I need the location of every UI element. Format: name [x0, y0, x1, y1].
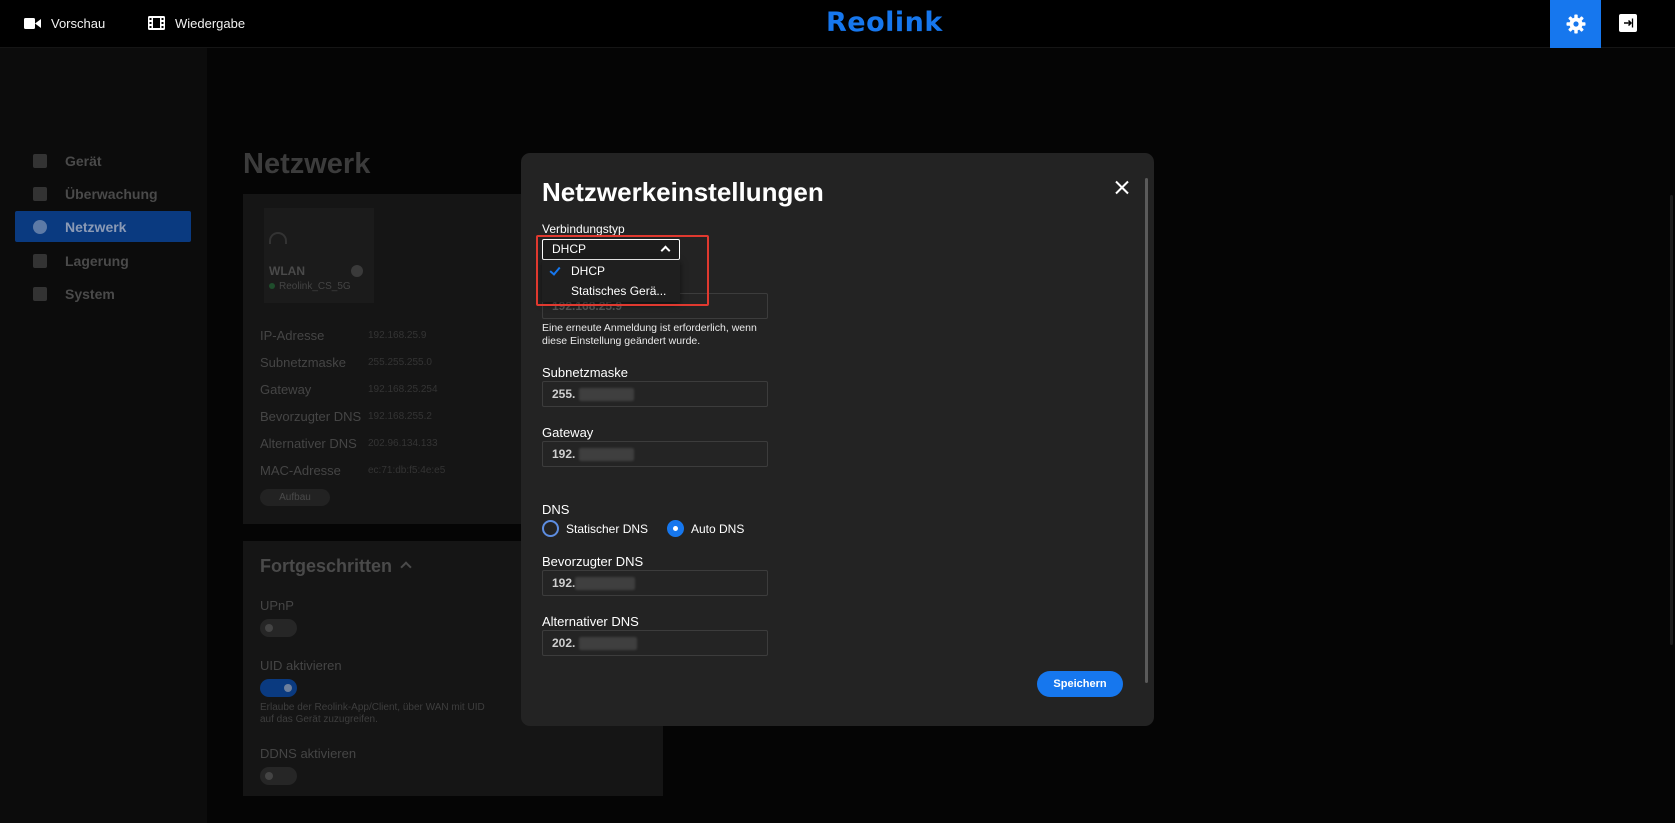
info-label: Gateway [260, 382, 312, 397]
auto-dns-radio[interactable] [667, 520, 684, 537]
gateway-label: Gateway [542, 425, 594, 440]
ssid-text: Reolink_CS_5G [279, 281, 351, 292]
sidebar-item-label: System [65, 285, 115, 302]
playback-label: Wiedergabe [175, 15, 246, 31]
option-dhcp[interactable]: DHCP [542, 261, 680, 281]
dialog-scrollbar[interactable] [1145, 178, 1148, 683]
upnp-label: UPnP [260, 598, 294, 613]
chevron-up-icon [660, 245, 671, 256]
sidebar-item-storage[interactable]: Lagerung [15, 245, 191, 276]
info-value: 192.168.255.2 [368, 411, 432, 422]
sidebar-item-surveillance[interactable]: Überwachung [15, 178, 191, 209]
option-label: Statisches Gerä... [571, 284, 667, 298]
info-label: IP-Adresse [260, 328, 325, 343]
dns-label: DNS [542, 502, 570, 517]
relogin-note: Eine erneute Anmeldung ist erforderlich,… [542, 322, 757, 347]
upnp-toggle[interactable] [260, 619, 297, 637]
redacted-value [579, 388, 634, 401]
info-value: 255.255.255.0 [368, 357, 432, 368]
live-view-button[interactable]: Vorschau [24, 0, 105, 46]
sidebar-item-network[interactable]: Netzwerk [15, 211, 191, 242]
sidebar-item-device[interactable]: Gerät [15, 145, 191, 176]
preferred-dns-field[interactable] [542, 570, 768, 596]
info-label: Subnetzmaske [260, 355, 346, 370]
info-value: 192.168.25.254 [368, 384, 438, 395]
settings-button[interactable] [1550, 0, 1601, 48]
save-button[interactable]: Speichern [1037, 671, 1123, 697]
dialog-title: Netzwerkeinstellungen [542, 177, 824, 207]
gear-icon [1566, 14, 1585, 34]
ddns-label: DDNS aktivieren [260, 746, 357, 761]
playback-button[interactable]: Wiedergabe [148, 0, 245, 46]
network-settings-dialog: Netzwerkeinstellungen Verbindungstyp Ein… [521, 153, 1154, 726]
info-label: Alternativer DNS [260, 436, 357, 451]
wlan-settings-icon[interactable] [351, 265, 363, 277]
static-dns-label[interactable]: Statischer DNS [566, 522, 648, 536]
alternative-dns-input[interactable] [543, 631, 767, 655]
sidebar: Gerät Überwachung Netzwerk Lagerung Syst… [0, 48, 207, 823]
uid-label: UID aktivieren [260, 658, 342, 673]
preferred-dns-label: Bevorzugter DNS [542, 554, 644, 569]
gateway-input[interactable] [543, 442, 767, 466]
connection-type-select[interactable]: DHCP [542, 239, 680, 260]
uid-toggle[interactable] [260, 679, 297, 697]
page-scrollbar[interactable] [1670, 195, 1673, 645]
info-value: 202.96.134.133 [368, 438, 438, 449]
info-label: Bevorzugter DNS [260, 409, 362, 424]
logout-button[interactable] [1619, 14, 1637, 32]
info-value: ec:71:db:f5:4e:e5 [368, 465, 446, 476]
system-gear-icon [33, 286, 47, 301]
info-label: MAC-Adresse [260, 463, 341, 478]
storage-icon [33, 253, 47, 268]
subnet-input[interactable] [543, 382, 767, 406]
gateway-field[interactable] [542, 441, 768, 467]
alternative-dns-label: Alternativer DNS [542, 614, 639, 629]
redacted-value [579, 637, 637, 650]
setup-button[interactable]: Aufbau [260, 489, 330, 506]
wifi-icon [269, 232, 287, 244]
info-value: 192.168.25.9 [368, 330, 427, 341]
wlan-title: WLAN [269, 264, 305, 278]
camera-icon [33, 153, 47, 168]
page-title: Netzwerk [243, 148, 371, 180]
top-bar: Vorschau Wiedergabe Reolink [0, 0, 1675, 48]
subnet-label: Subnetzmaske [542, 365, 628, 380]
redacted-value [575, 577, 635, 590]
reolink-logo: Reolink [826, 7, 943, 38]
alternative-dns-field[interactable] [542, 630, 768, 656]
option-static[interactable]: Statisches Gerä... [542, 281, 680, 301]
sidebar-item-label: Gerät [65, 152, 102, 169]
close-icon[interactable] [1112, 178, 1132, 198]
subnet-field[interactable] [542, 381, 768, 407]
connection-type-dropdown: DHCP Statisches Gerä... [542, 260, 680, 302]
advanced-title[interactable]: Fortgeschritten [260, 556, 392, 577]
sidebar-item-label: Lagerung [65, 252, 129, 269]
connection-type-label: Verbindungstyp [542, 222, 625, 236]
status-dot [269, 283, 275, 289]
film-icon [148, 16, 165, 30]
video-camera-icon [24, 17, 41, 29]
option-label: DHCP [571, 264, 606, 278]
uid-note: Erlaube der Reolink-App/Client, über WAN… [260, 702, 485, 725]
live-view-label: Vorschau [51, 15, 106, 31]
wlan-ssid: Reolink_CS_5G [269, 281, 351, 292]
ddns-toggle[interactable] [260, 767, 297, 785]
logout-icon [1624, 18, 1634, 28]
sidebar-item-label: Überwachung [65, 185, 158, 202]
sidebar-item-system[interactable]: System [15, 278, 191, 309]
monitor-icon [33, 186, 47, 201]
checkmark-icon [549, 264, 561, 276]
globe-icon [33, 219, 47, 234]
redacted-value [579, 448, 634, 461]
sidebar-item-label: Netzwerk [65, 218, 127, 235]
connection-type-value: DHCP [552, 242, 587, 256]
static-dns-radio[interactable] [542, 520, 559, 537]
auto-dns-label[interactable]: Auto DNS [691, 522, 744, 536]
